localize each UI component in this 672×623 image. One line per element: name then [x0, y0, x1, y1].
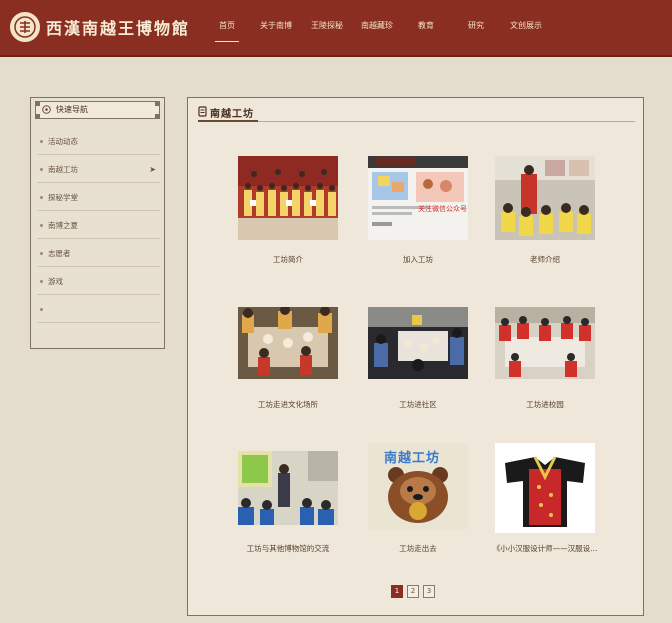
- sidebar-title: 快速导航: [35, 101, 160, 119]
- logo-text: 西漢南越王博物館: [46, 19, 191, 38]
- workshop-panel: 南越工坊 工坊简介 关注微信公众号 加入工坊 老师介绍 工坊走进文化场所 工坊进…: [187, 97, 644, 616]
- sidebar-item-workshop[interactable]: 南越工坊 ➤: [37, 156, 160, 183]
- seal-icon: [198, 106, 207, 117]
- pagination: 1 2 3: [391, 585, 435, 598]
- group-photo-image[interactable]: [238, 156, 338, 240]
- logo-seal-icon: [10, 12, 40, 42]
- card-caption[interactable]: 《小小汉服设计师——汉服设...: [465, 543, 625, 554]
- school-photo-image[interactable]: [495, 307, 595, 379]
- sidebar-item-label: 探秘学堂: [48, 193, 78, 202]
- sidebar-item-label: 游戏: [48, 277, 63, 286]
- corner-ornament: [35, 114, 40, 119]
- card-caption[interactable]: 老师介绍: [465, 254, 625, 265]
- site-logo[interactable]: 西漢南越王博物館: [10, 11, 190, 43]
- sidebar-item-summer[interactable]: 南博之夏: [37, 212, 160, 239]
- title-underline-accent: [198, 120, 258, 122]
- wechat-overlay-text: 关注微信公众号: [418, 205, 467, 213]
- corner-ornament: [35, 101, 40, 106]
- sidebar-title-label: 快速导航: [56, 105, 88, 114]
- corner-ornament: [155, 114, 160, 119]
- nav-item-home[interactable]: 首页: [215, 20, 239, 42]
- nav-item-tomb[interactable]: 王陵探秘: [311, 20, 343, 31]
- wechat-screenshot-image[interactable]: 关注微信公众号: [368, 156, 468, 240]
- page-2-button[interactable]: 2: [407, 585, 419, 598]
- page-1-button[interactable]: 1: [391, 585, 403, 598]
- panel-title-label: 南越工坊: [210, 109, 254, 120]
- chevron-right-icon: ➤: [149, 165, 156, 174]
- sidebar-item-label: 活动动态: [48, 137, 78, 146]
- hanfu-photo-image[interactable]: [495, 443, 595, 533]
- quick-nav-sidebar: 快速导航 活动动态 南越工坊 ➤ 探秘学堂 南博之夏 志愿者 游戏: [30, 97, 165, 349]
- sidebar-empty-row: [37, 296, 160, 323]
- panel-title: 南越工坊: [198, 105, 254, 120]
- site-header: 西漢南越王博物館 首页 关于南博 王陵探秘 南越藏珍 教育 研究 文创展示: [0, 0, 672, 57]
- nav-item-collection[interactable]: 南越藏珍: [361, 20, 393, 31]
- card-caption[interactable]: 工坊进校园: [465, 399, 625, 410]
- compass-icon: [42, 105, 51, 114]
- sidebar-item-volunteer[interactable]: 志愿者: [37, 240, 160, 267]
- bear-logo-text: 南越工坊: [384, 451, 441, 466]
- community-photo-image[interactable]: [368, 307, 468, 379]
- nav-item-education[interactable]: 教育: [418, 20, 434, 31]
- page-3-button[interactable]: 3: [423, 585, 435, 598]
- workshop-photo-image[interactable]: [238, 307, 338, 379]
- sidebar-item-games[interactable]: 游戏: [37, 268, 160, 295]
- nav-item-about[interactable]: 关于南博: [260, 20, 292, 31]
- sidebar-item-label: 南越工坊: [48, 165, 78, 174]
- nav-item-creative[interactable]: 文创展示: [510, 20, 542, 31]
- title-divider: [198, 121, 635, 122]
- exchange-photo-image[interactable]: [238, 451, 338, 525]
- bear-logo-image[interactable]: 南越工坊: [368, 443, 468, 529]
- nav-item-research[interactable]: 研究: [468, 20, 484, 31]
- sidebar-item-classroom[interactable]: 探秘学堂: [37, 184, 160, 211]
- corner-ornament: [155, 101, 160, 106]
- teacher-photo-image[interactable]: [495, 156, 595, 240]
- sidebar-item-label: 南博之夏: [48, 221, 78, 230]
- sidebar-item-events[interactable]: 活动动态: [37, 128, 160, 155]
- sidebar-item-label: 志愿者: [48, 249, 71, 258]
